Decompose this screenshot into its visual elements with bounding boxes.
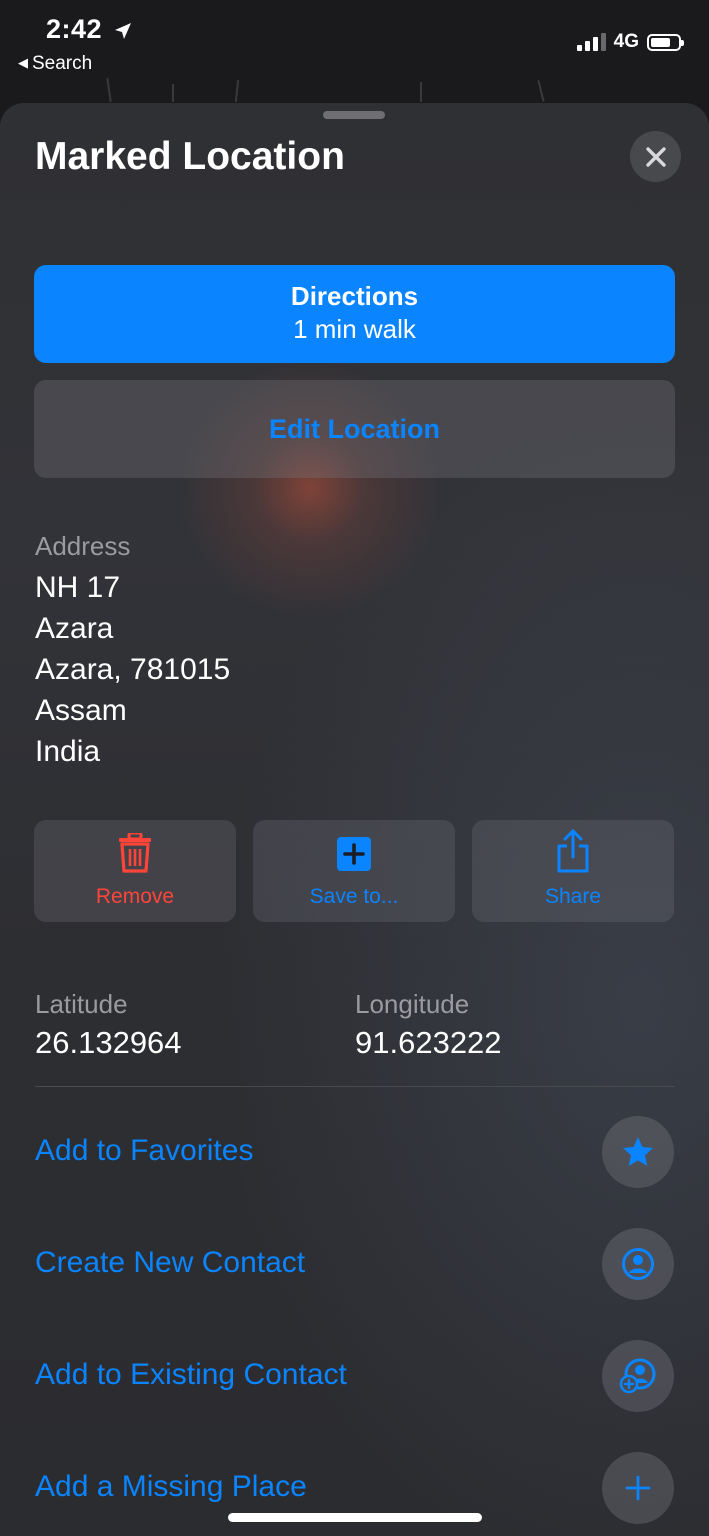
edit-location-label: Edit Location <box>269 413 440 444</box>
back-to-search-button[interactable]: ◀ Search <box>18 53 92 75</box>
address-line: Azara <box>35 612 114 645</box>
close-icon <box>645 146 666 167</box>
directions-subtitle: 1 min walk <box>293 314 416 344</box>
trash-icon <box>119 833 151 873</box>
address-line: NH 17 <box>35 571 121 604</box>
sheet-grabber[interactable] <box>323 111 385 119</box>
address-line: India <box>35 735 101 768</box>
favorites-icon-button[interactable] <box>602 1116 674 1188</box>
plus-square-icon <box>337 837 371 871</box>
longitude-label: Longitude <box>355 989 470 1019</box>
save-to-label: Save to... <box>309 885 399 908</box>
back-label: Search <box>32 53 93 74</box>
back-triangle-icon: ◀ <box>18 55 28 70</box>
divider <box>35 1086 675 1087</box>
remove-label: Remove <box>95 885 175 908</box>
address-label: Address <box>35 531 131 561</box>
remove-button[interactable]: Remove <box>34 820 236 922</box>
location-sheet: Marked Location Directions 1 min walk Ed… <box>0 103 709 1536</box>
existing-contact-icon-button[interactable] <box>602 1340 674 1412</box>
star-icon <box>623 1137 653 1166</box>
cellular-signal-icon <box>576 33 606 51</box>
add-to-favorites-button[interactable]: Add to Favorites <box>35 1134 253 1168</box>
add-to-existing-contact-button[interactable]: Add to Existing Contact <box>35 1358 347 1392</box>
share-button[interactable]: Share <box>472 820 674 922</box>
save-to-button[interactable]: Save to... <box>253 820 455 922</box>
plus-icon <box>625 1475 651 1501</box>
longitude-value[interactable]: 91.623222 <box>355 1025 502 1061</box>
person-circle-icon <box>622 1248 654 1280</box>
page-title: Marked Location <box>35 135 345 178</box>
location-arrow-icon <box>115 22 132 39</box>
status-time: 2:42 <box>46 14 103 44</box>
address-line: Azara, 781015 <box>35 653 231 686</box>
address-line: Assam <box>35 694 127 727</box>
directions-button[interactable]: Directions 1 min walk <box>34 265 675 363</box>
create-new-contact-button[interactable]: Create New Contact <box>35 1246 305 1280</box>
directions-title: Directions <box>290 281 419 311</box>
latitude-value[interactable]: 26.132964 <box>35 1025 182 1061</box>
battery-icon <box>647 33 684 51</box>
close-button[interactable] <box>630 131 681 182</box>
create-contact-icon-button[interactable] <box>602 1228 674 1300</box>
network-type: 4G <box>613 31 639 52</box>
add-place-icon-button[interactable] <box>602 1452 674 1524</box>
edit-location-button[interactable]: Edit Location <box>34 380 675 478</box>
address-lines[interactable]: NH 17 Azara Azara, 781015 Assam India <box>35 567 230 772</box>
share-label: Share <box>544 885 602 908</box>
share-icon <box>557 829 589 873</box>
latitude-label: Latitude <box>35 989 128 1019</box>
home-indicator[interactable] <box>228 1513 482 1522</box>
add-contact-icon <box>619 1358 656 1394</box>
add-missing-place-button[interactable]: Add a Missing Place <box>35 1470 307 1504</box>
